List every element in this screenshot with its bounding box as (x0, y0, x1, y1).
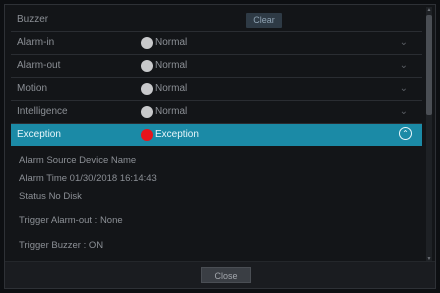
clear-button[interactable]: Clear (246, 13, 282, 28)
alarm-name: Alarm-in (17, 37, 55, 48)
buzzer-row: Buzzer Clear (11, 9, 422, 32)
dialog-footer: Close (5, 261, 435, 288)
alarm-name: Exception (17, 129, 61, 140)
alarm-source: Alarm Source Device Name (19, 155, 137, 166)
alarm-status: Normal (155, 106, 188, 117)
chevron-down-icon[interactable]: ⌄ (400, 32, 408, 54)
status-detail: Status No Disk (19, 191, 82, 202)
chevron-up-icon[interactable]: ⌃ (399, 127, 412, 140)
alarm-row-alarm-out[interactable]: Alarm-out Normal ⌄ (11, 55, 422, 78)
status-dot-icon (141, 60, 153, 72)
vertical-scrollbar[interactable]: ▲ ▼ (426, 7, 432, 263)
status-dot-icon (141, 37, 153, 49)
alarm-status: Exception (155, 129, 199, 140)
alarm-time: Alarm Time 01/30/2018 16:14:43 (19, 173, 157, 184)
alarm-row-alarm-in[interactable]: Alarm-in Normal ⌄ (11, 32, 422, 55)
alarm-name: Alarm-out (17, 60, 61, 71)
trigger-buzzer: Trigger Buzzer : ON (19, 240, 104, 251)
alarm-status: Normal (155, 83, 188, 94)
chevron-down-icon[interactable]: ⌄ (400, 78, 408, 100)
alarm-status-dialog: Buzzer Clear Alarm-in Normal ⌄ Alarm-out… (4, 4, 436, 289)
trigger-alarm-out: Trigger Alarm-out : None (19, 215, 123, 226)
alarm-row-intelligence[interactable]: Intelligence Normal ⌄ (11, 101, 422, 124)
chevron-down-icon[interactable]: ⌄ (400, 55, 408, 77)
scroll-thumb[interactable] (426, 15, 432, 115)
status-dot-icon (141, 128, 153, 141)
status-dot-icon (141, 83, 153, 95)
chevron-down-icon[interactable]: ⌄ (400, 101, 408, 123)
alarm-status: Normal (155, 37, 188, 48)
scroll-up-icon[interactable]: ▲ (426, 7, 432, 14)
alarm-name: Motion (17, 83, 48, 94)
status-dot-icon (141, 106, 153, 118)
close-button[interactable]: Close (201, 267, 251, 283)
alarm-status: Normal (155, 60, 188, 71)
alarm-list: Buzzer Clear Alarm-in Normal ⌄ Alarm-out… (11, 9, 422, 146)
alarm-row-motion[interactable]: Motion Normal ⌄ (11, 78, 422, 101)
alarm-name: Intelligence (17, 106, 68, 117)
alarm-row-exception[interactable]: Exception Exception ⌃ (11, 124, 422, 146)
buzzer-label: Buzzer (17, 14, 49, 25)
